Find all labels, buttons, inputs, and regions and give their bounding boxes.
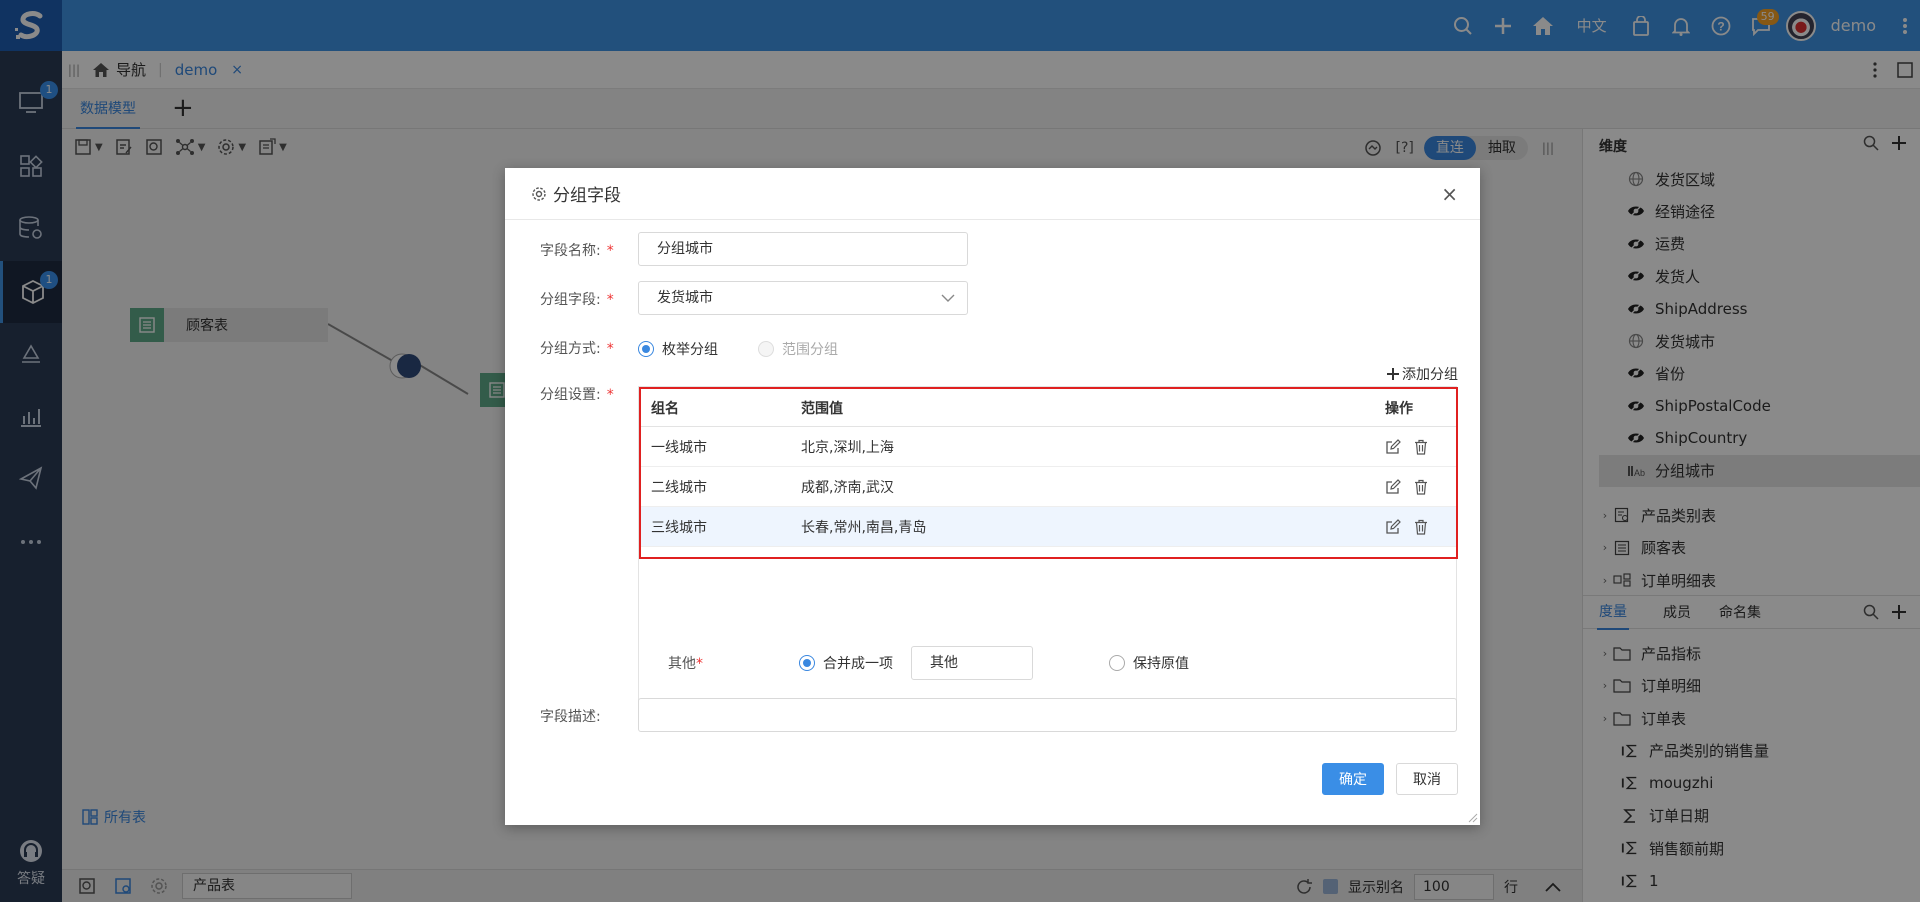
required-mark: *: [606, 292, 614, 308]
method-enum-label: 枚举分组: [662, 342, 718, 358]
method-range-radio[interactable]: 范围分组: [758, 339, 838, 359]
edit-icon[interactable]: [1385, 478, 1401, 495]
radio-unchecked: [758, 341, 774, 357]
range-values-cell: 成都,济南,武汉: [801, 479, 894, 496]
group-field-select[interactable]: 发货城市: [638, 281, 968, 315]
method-range-label: 范围分组: [782, 342, 838, 358]
group-method-label-text: 分组方式:: [540, 341, 601, 357]
group-name-cell: 一线城市: [651, 439, 707, 456]
field-name-label: 字段名称: *: [540, 240, 614, 260]
description-label: 字段描述:: [540, 709, 601, 725]
group-field-dialog: 分组字段 × 字段名称: * 分组城市 分组字段: * 发货城市 分组方式: * 枚举…: [505, 168, 1480, 825]
group-field-label: 分组字段: *: [540, 289, 614, 309]
group-table: 组名 范围值 操作 一线城市 北京,深圳,上海二线城市 成都,济南,武汉三线城市 长春…: [639, 387, 1458, 559]
dialog-header: 分组字段 ×: [505, 168, 1480, 220]
group-field-label-text: 分组字段:: [540, 292, 601, 308]
col-group-name: 组名: [651, 400, 679, 417]
actions-cell: [1385, 478, 1429, 495]
close-icon[interactable]: ×: [1441, 182, 1458, 206]
group-field-value: 发货城市: [657, 290, 713, 306]
col-range-values: 范围值: [801, 400, 843, 417]
dialog-title: 分组字段: [553, 186, 621, 206]
keep-original-radio[interactable]: 保持原值: [1109, 653, 1189, 673]
trash-icon[interactable]: [1413, 519, 1429, 535]
group-method-label: 分组方式: *: [540, 338, 614, 358]
table-row[interactable]: 二线城市 成都,济南,武汉: [641, 467, 1456, 507]
field-name-input[interactable]: 分组城市: [638, 232, 968, 266]
add-group-label: 添加分组: [1402, 367, 1458, 383]
range-values-cell: 长春,常州,南昌,青岛: [801, 519, 927, 536]
required-mark: *: [606, 387, 614, 403]
radio-checked: [799, 655, 815, 671]
merge-option-radio[interactable]: 合并成一项: [799, 653, 893, 673]
plus-icon: [1387, 368, 1399, 380]
edit-icon[interactable]: [1385, 518, 1401, 535]
table-row[interactable]: 一线城市 北京,深圳,上海: [641, 427, 1456, 467]
other-options-row: 其他* 合并成一项 其他 保持原值: [639, 643, 1458, 683]
edit-icon[interactable]: [1385, 438, 1401, 455]
radio-unchecked: [1109, 655, 1125, 671]
chevron-down-icon: [941, 293, 955, 303]
merge-value-input[interactable]: 其他: [911, 646, 1033, 680]
required-mark: *: [606, 341, 614, 357]
col-actions: 操作: [1385, 400, 1413, 417]
group-settings-box: 组名 范围值 操作 一线城市 北京,深圳,上海二线城市 成都,济南,武汉三线城市 长春…: [638, 386, 1458, 703]
dialog-footer: 确定 取消: [1322, 763, 1458, 795]
add-group-button[interactable]: 添加分组: [1387, 364, 1458, 384]
confirm-button[interactable]: 确定: [1322, 763, 1384, 795]
table-header-row: 组名 范围值 操作: [641, 389, 1456, 427]
actions-cell: [1385, 438, 1429, 455]
trash-icon[interactable]: [1413, 439, 1429, 455]
table-row[interactable]: 三线城市 长春,常州,南昌,青岛: [641, 507, 1456, 547]
group-settings-label: 分组设置: *: [540, 384, 614, 404]
group-settings-label-text: 分组设置:: [540, 387, 601, 403]
radio-checked: [638, 341, 654, 357]
gear-icon: [531, 186, 547, 202]
trash-icon[interactable]: [1413, 479, 1429, 495]
merge-option-label: 合并成一项: [823, 656, 893, 672]
cancel-button[interactable]: 取消: [1396, 763, 1458, 795]
app-window: 中文 ? 59 demo 1 1 答疑 ||| 导航 | demo × 数据模型…: [0, 0, 1920, 902]
required-mark: *: [696, 656, 703, 672]
group-name-cell: 三线城市: [651, 519, 707, 536]
field-name-label-text: 字段名称:: [540, 243, 601, 259]
group-name-cell: 二线城市: [651, 479, 707, 496]
actions-cell: [1385, 518, 1429, 535]
group-method-options: 枚举分组 范围分组: [638, 339, 838, 359]
keep-original-label: 保持原值: [1133, 656, 1189, 672]
required-mark: *: [606, 243, 614, 259]
resize-handle-icon[interactable]: [1468, 813, 1478, 823]
other-label-text: 其他: [668, 656, 696, 672]
description-input[interactable]: [638, 698, 1457, 732]
other-label: 其他*: [668, 653, 703, 673]
method-enum-radio[interactable]: 枚举分组: [638, 339, 718, 359]
range-values-cell: 北京,深圳,上海: [801, 439, 894, 456]
